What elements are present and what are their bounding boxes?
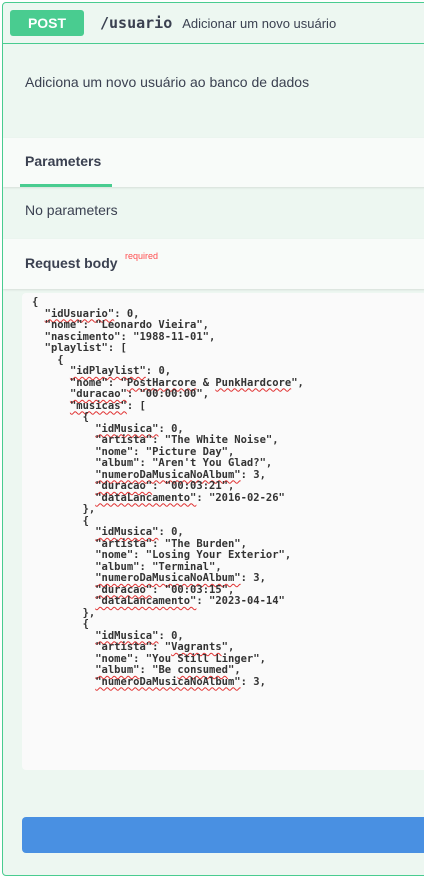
json-line: "nome": "You Still Linger", (32, 652, 266, 665)
spellcheck-token: "idPlaylist" (69, 365, 146, 377)
json-line: "nome": "Leonardo Vieira", (32, 319, 210, 331)
request-body-title: Request body (25, 255, 118, 271)
json-line: "album": "Aren't You Glad?", (32, 457, 273, 469)
spellcheck-token: "idMusica" (95, 526, 159, 538)
spellcheck-token: "numeroDaMusicaNoAlbum" (95, 572, 241, 584)
json-line: { (32, 411, 89, 423)
method-badge: POST (10, 10, 84, 36)
spellcheck-token: Vagrants (171, 641, 222, 653)
json-line: { (32, 296, 39, 308)
spellcheck-token: PostHarcore (126, 376, 197, 389)
json-line: { (32, 618, 89, 630)
spellcheck-token: "duracao" (95, 583, 153, 596)
json-line: "numeroDaMusicaNoAlbum": 3, (95, 468, 266, 481)
json-line: "nome": "PostHarcore & PunkHardcore", (32, 376, 304, 389)
json-line: "idUsuario": 0, (44, 307, 140, 320)
no-parameters-text: No parameters (25, 202, 118, 218)
json-line: "numeroDaMusicaNoAlbum": 3, (95, 675, 266, 688)
json-line: "artista": "Vagrants", (32, 641, 235, 653)
execute-button[interactable] (22, 817, 424, 853)
json-line: }, (32, 503, 96, 515)
json-line: "idMusica": 0, (95, 526, 184, 538)
spellcheck-token: consumed (177, 664, 228, 676)
operation-summary[interactable]: POST /usuario Adicionar um novo usuário (3, 3, 424, 44)
json-line: "nome": "Picture Day", (32, 445, 235, 458)
spellcheck-token: "idUsuario" (44, 307, 115, 320)
spellcheck-token: "idMusica" (95, 629, 159, 642)
request-body-json[interactable]: { "idUsuario": 0, "nome": "Leonardo Viei… (22, 293, 424, 688)
json-line: "musicas": [ (69, 399, 146, 412)
spellcheck-token: "duracao" (95, 480, 153, 492)
request-body-editor[interactable]: { "idUsuario": 0, "nome": "Leonardo Viei… (22, 293, 424, 770)
spellcheck-token: "numeroDaMusicaNoAlbum" (95, 675, 241, 688)
json-line: "nascimento": "1988-11-01", (32, 330, 216, 343)
json-line: "duracao": "00:03:15", (95, 583, 235, 596)
json-line: { (32, 514, 89, 527)
json-line: "album": "Be consumed", (95, 664, 241, 676)
json-line: "idMusica": 0, (95, 422, 184, 435)
json-line: { (32, 353, 64, 366)
parameters-header: Parameters (3, 138, 424, 187)
json-line: "duracao": "00:00:00", (69, 388, 210, 400)
json-line: "idMusica": 0, (95, 629, 184, 642)
json-line: "album": "Terminal", (32, 560, 222, 573)
spellcheck-token: "idMusica" (95, 422, 159, 435)
request-body-header: Request body required (3, 239, 424, 289)
json-line: "nome": "Losing Your Exterior", (32, 549, 292, 561)
spellcheck-token: "duracao" (69, 388, 127, 400)
endpoint-path: /usuario (100, 14, 173, 32)
json-line: "dataLancamento": "2023-04-14" (95, 595, 285, 607)
json-line: "idPlaylist": 0, (69, 365, 172, 377)
spellcheck-token: "musicas" (69, 399, 127, 412)
active-tab-indicator (20, 184, 112, 187)
json-line: "artista": "The White Noise", (32, 434, 279, 446)
operation-summary-text: Adicionar um novo usuário (182, 15, 337, 31)
json-line: }, (32, 606, 96, 619)
spellcheck-token: "numeroDaMusicaNoAlbum" (95, 468, 241, 481)
spellcheck-token: "album" (95, 664, 140, 676)
json-line: "dataLancamento": "2016-02-26" (95, 491, 285, 504)
json-line: "artista": "The Burden", (32, 537, 247, 550)
tab-parameters[interactable]: Parameters (25, 153, 101, 169)
json-line: "numeroDaMusicaNoAlbum": 3, (95, 572, 266, 584)
json-line: "duracao": "00:03:21", (95, 480, 235, 492)
spellcheck-token: "dataLancamento" (95, 491, 197, 504)
spellcheck-token: "dataLancamento" (95, 595, 197, 607)
json-line: "playlist": [ (32, 342, 127, 354)
required-badge: required (125, 251, 159, 261)
operation-description: Adiciona um novo usuário ao banco de dad… (25, 74, 310, 90)
spellcheck-token: PunkHardcore (215, 376, 292, 389)
